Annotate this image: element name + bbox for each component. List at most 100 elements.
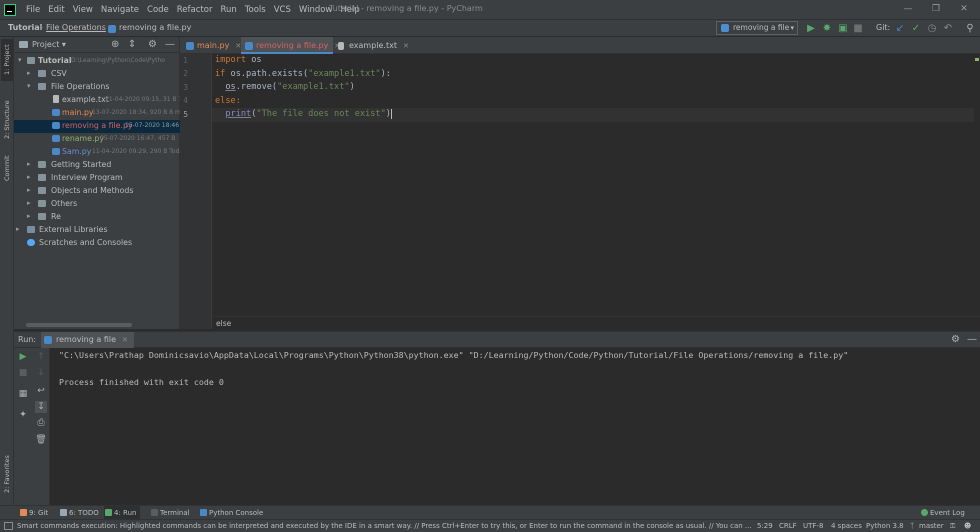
pin-icon[interactable]: ✦ bbox=[17, 409, 29, 421]
soft-wrap-icon[interactable]: ↩ bbox=[35, 385, 47, 397]
scroll-down-icon[interactable]: ↓ bbox=[35, 367, 47, 379]
git-history-icon[interactable]: ◷ bbox=[926, 23, 938, 35]
menu-run[interactable]: Run bbox=[216, 5, 240, 15]
menu-vcs[interactable]: VCS bbox=[270, 5, 295, 15]
tree-item[interactable]: example.txt 11-04-2020 09:15, 31 B 1 bbox=[14, 94, 182, 107]
breadcrumb-folder[interactable]: File Operations bbox=[46, 23, 106, 32]
lock-icon[interactable]: ⚿ bbox=[950, 522, 955, 531]
hide-panel-icon[interactable]: — bbox=[165, 39, 175, 50]
close-tab-icon[interactable]: ✕ bbox=[122, 336, 128, 344]
caret-position[interactable]: 5:29 bbox=[757, 522, 773, 530]
collapse-all-icon[interactable]: ⇕ bbox=[128, 39, 136, 50]
python-interpreter[interactable]: Python 3.8 bbox=[866, 522, 904, 530]
tool-button-todo[interactable]: 6: TODO bbox=[59, 506, 99, 520]
restore-icon[interactable]: ❐ bbox=[922, 2, 950, 16]
tool-button-terminal[interactable]: Terminal bbox=[150, 506, 190, 520]
tree-item-selected[interactable]: removing a file.py 15-07-2020 18:46 bbox=[14, 120, 180, 133]
gear-icon[interactable]: ⚙ bbox=[951, 334, 960, 345]
indent-setting[interactable]: 4 spaces bbox=[831, 522, 862, 530]
menu-navigate[interactable]: Navigate bbox=[97, 5, 143, 15]
code-editor[interactable]: import os if os.path.exists("example1.tx… bbox=[212, 54, 974, 316]
chevron-down-icon[interactable]: ▾ bbox=[27, 82, 31, 90]
menu-refactor[interactable]: Refactor bbox=[173, 5, 217, 15]
git-commit-icon[interactable]: ✓ bbox=[910, 23, 922, 35]
git-update-icon[interactable]: ↙ bbox=[894, 23, 906, 35]
tree-item[interactable]: ▸ Re bbox=[14, 211, 180, 224]
inspector-icon[interactable]: ☻ bbox=[964, 522, 971, 530]
tool-button-run[interactable]: 4: Run bbox=[104, 506, 141, 520]
chevron-right-icon[interactable]: ▸ bbox=[27, 160, 31, 168]
chevron-right-icon[interactable]: ▸ bbox=[27, 173, 31, 181]
close-tab-icon[interactable]: ✕ bbox=[403, 42, 409, 50]
stop-icon[interactable]: ■ bbox=[852, 23, 864, 35]
tree-item[interactable]: ▾ File Operations bbox=[14, 81, 180, 94]
tree-item[interactable]: ▸ Getting Started bbox=[14, 159, 180, 172]
search-everywhere-icon[interactable]: ⚲ bbox=[964, 23, 976, 35]
chevron-right-icon[interactable]: ▸ bbox=[27, 69, 31, 77]
debug-icon[interactable]: ✸ bbox=[821, 23, 833, 35]
tree-item[interactable]: Sam.py 11-04-2020 09:29, 290 B Toda bbox=[14, 146, 183, 159]
tree-item[interactable]: ▸ Objects and Methods bbox=[14, 185, 180, 198]
run-icon[interactable]: ▶ bbox=[805, 23, 817, 35]
tool-tab-commit[interactable]: Commit bbox=[1, 153, 13, 183]
tree-item[interactable]: main.py 13-07-2020 18:34, 920 B 8 m bbox=[14, 107, 181, 120]
menu-file[interactable]: File bbox=[22, 5, 44, 15]
chevron-right-icon[interactable]: ▸ bbox=[27, 199, 31, 207]
trash-icon[interactable]: 🗑 bbox=[35, 434, 47, 446]
layout-icon[interactable]: ▦ bbox=[17, 388, 29, 400]
rerun-icon[interactable]: ▶ bbox=[17, 351, 29, 363]
chevron-right-icon[interactable]: ▸ bbox=[16, 225, 20, 233]
chevron-right-icon[interactable]: ▸ bbox=[27, 212, 31, 220]
tool-tab-project[interactable]: 1: Project bbox=[1, 39, 13, 81]
todo-icon bbox=[60, 509, 67, 516]
menu-view[interactable]: View bbox=[69, 5, 97, 15]
tree-item[interactable]: ▸ Others bbox=[14, 198, 180, 211]
run-tab[interactable]: removing a file ✕ bbox=[41, 332, 134, 348]
tool-tab-structure[interactable]: 2: Structure bbox=[1, 95, 13, 145]
chevron-right-icon[interactable]: ▸ bbox=[27, 186, 31, 194]
tab-removing-a-file-py[interactable]: removing a file.py✕ bbox=[241, 37, 340, 54]
horizontal-scrollbar[interactable] bbox=[26, 323, 132, 327]
toggle-tool-windows-icon[interactable] bbox=[4, 522, 13, 530]
tree-item[interactable]: Scratches and Consoles bbox=[14, 237, 180, 250]
status-message[interactable]: Smart commands execution: Highlighted co… bbox=[17, 522, 752, 530]
breadcrumb-project[interactable]: Tutorial bbox=[8, 23, 42, 32]
gear-icon[interactable]: ⚙ bbox=[148, 39, 157, 50]
minimize-icon[interactable]: — bbox=[894, 2, 922, 16]
scroll-to-end-icon[interactable]: ↧ bbox=[35, 401, 47, 413]
breadcrumb-file[interactable]: removing a file.py bbox=[119, 23, 191, 32]
run-configuration-select[interactable]: removing a file ▾ bbox=[716, 21, 798, 35]
tab-main-py[interactable]: main.py ✕ bbox=[182, 37, 241, 54]
project-view-selector[interactable]: Project ▾ bbox=[32, 40, 66, 49]
print-icon[interactable]: ⎙ bbox=[35, 417, 47, 429]
tab-example-txt[interactable]: example.txt ✕ bbox=[334, 37, 409, 54]
tree-item[interactable]: rename.py 05-07-2020 16:47, 457 B bbox=[14, 133, 180, 146]
line-number-gutter[interactable]: 1 2 3 4 5 bbox=[180, 54, 212, 329]
tree-item-root[interactable]: ▾ Tutorial D:\Learning\Python\Code\Pytho bbox=[14, 55, 180, 68]
tool-button-python-console[interactable]: Python Console bbox=[199, 506, 263, 520]
editor-scrollbar[interactable] bbox=[974, 54, 980, 316]
file-encoding[interactable]: UTF-8 bbox=[803, 522, 823, 530]
tool-tab-favorites[interactable]: 2: Favorites bbox=[1, 449, 13, 499]
chevron-down-icon[interactable]: ▾ bbox=[18, 56, 22, 64]
tool-button-event-log[interactable]: Event Log bbox=[920, 506, 965, 520]
console-output[interactable]: "C:\Users\Prathap Dominicsavio\AppData\L… bbox=[50, 348, 980, 505]
tool-button-git[interactable]: 9: Git bbox=[19, 506, 48, 520]
hide-panel-icon[interactable]: — bbox=[967, 334, 977, 345]
menu-edit[interactable]: Edit bbox=[44, 5, 68, 15]
tree-item[interactable]: ▸ External Libraries bbox=[14, 224, 180, 237]
close-window-icon[interactable]: ✕ bbox=[950, 2, 978, 16]
line-separator[interactable]: CRLF bbox=[779, 522, 797, 530]
git-branch[interactable]: master bbox=[919, 522, 944, 530]
tree-item[interactable]: ▸ CSV bbox=[14, 68, 180, 81]
git-rollback-icon[interactable]: ↶ bbox=[942, 23, 954, 35]
code-breadcrumb[interactable]: else bbox=[216, 319, 231, 328]
coverage-icon[interactable]: ▣ bbox=[837, 23, 849, 35]
project-panel: Project ▾ ⊕ ⇕ ⚙ — ▾ Tutorial D:\Learning… bbox=[14, 37, 183, 329]
stop-icon[interactable]: ■ bbox=[17, 367, 29, 379]
menu-code[interactable]: Code bbox=[143, 5, 173, 15]
scroll-up-icon[interactable]: ↑ bbox=[35, 351, 47, 363]
menu-tools[interactable]: Tools bbox=[241, 5, 270, 15]
tree-item[interactable]: ▸ Interview Program bbox=[14, 172, 180, 185]
locate-file-icon[interactable]: ⊕ bbox=[111, 39, 119, 50]
